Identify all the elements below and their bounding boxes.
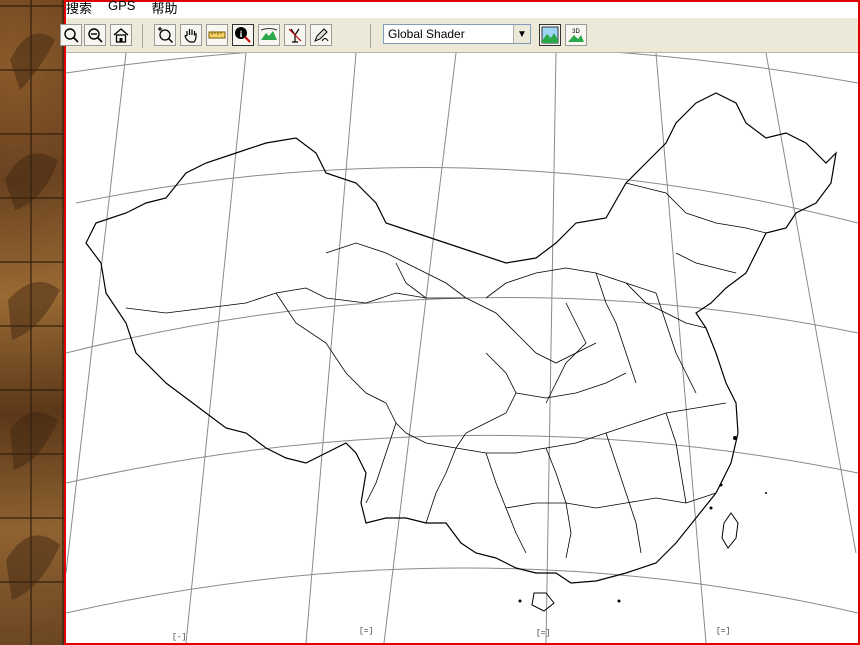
landscape-icon bbox=[541, 26, 559, 44]
scale-marker: [=] bbox=[536, 629, 550, 638]
magnifier-plus-icon bbox=[158, 27, 174, 44]
info-icon: i bbox=[235, 27, 251, 43]
province-boundaries bbox=[125, 182, 767, 559]
side-texture-panel bbox=[0, 0, 64, 645]
clear-icon bbox=[288, 28, 302, 43]
info-button[interactable]: i bbox=[232, 24, 254, 46]
draw-button[interactable] bbox=[310, 24, 332, 46]
toolbar-separator bbox=[142, 24, 143, 48]
zoom-tool-button[interactable] bbox=[60, 24, 82, 46]
menu-bar: 搜索 GPS 帮助 bbox=[66, 0, 178, 16]
graticule bbox=[66, 53, 858, 643]
menu-item-gps[interactable]: GPS bbox=[108, 0, 135, 14]
hand-icon bbox=[184, 29, 197, 43]
home-icon bbox=[113, 28, 129, 43]
shader-select-value: Global Shader bbox=[388, 27, 465, 41]
svg-text:3D: 3D bbox=[572, 29, 580, 35]
map-view-button[interactable] bbox=[539, 24, 561, 46]
scale-markers: [-] [=] [=] [=] bbox=[172, 627, 730, 642]
scale-marker: [=] bbox=[359, 627, 373, 636]
zoom-in-button[interactable] bbox=[154, 24, 176, 46]
map-drawing: [-] [=] [=] [=] bbox=[66, 53, 858, 643]
home-button[interactable] bbox=[110, 24, 132, 46]
magnifier-minus-icon bbox=[88, 28, 103, 43]
terrain-icon bbox=[260, 28, 278, 40]
measure-button[interactable] bbox=[206, 24, 228, 46]
main-window: 搜索 GPS 帮助 i Global Shader ▼ 3D [-] [=] [… bbox=[60, 0, 860, 645]
shader-select[interactable]: Global Shader ▼ bbox=[383, 24, 531, 44]
menu-item-search[interactable]: 搜索 bbox=[66, 0, 92, 16]
ruler-icon bbox=[208, 31, 226, 39]
scale-marker: [-] bbox=[172, 633, 186, 642]
scale-marker: [=] bbox=[716, 627, 730, 636]
3d-icon: 3D bbox=[568, 29, 584, 42]
leaf-pattern bbox=[5, 33, 60, 600]
zoom-out-button[interactable] bbox=[84, 24, 106, 46]
pan-button[interactable] bbox=[180, 24, 202, 46]
menu-item-help[interactable]: 帮助 bbox=[151, 0, 177, 16]
map-canvas[interactable]: [-] [=] [=] [=] bbox=[66, 53, 858, 643]
toolbar-separator bbox=[370, 24, 371, 48]
islands bbox=[531, 512, 739, 612]
terrain-button[interactable] bbox=[258, 24, 280, 46]
pencil-icon bbox=[314, 28, 329, 42]
3d-view-button[interactable]: 3D bbox=[565, 24, 587, 46]
chevron-down-icon[interactable]: ▼ bbox=[513, 25, 530, 43]
toolbar: i Global Shader ▼ 3D bbox=[60, 18, 858, 53]
magnifier-icon bbox=[64, 28, 79, 43]
clear-button[interactable] bbox=[284, 24, 306, 46]
country-outline bbox=[85, 92, 837, 584]
